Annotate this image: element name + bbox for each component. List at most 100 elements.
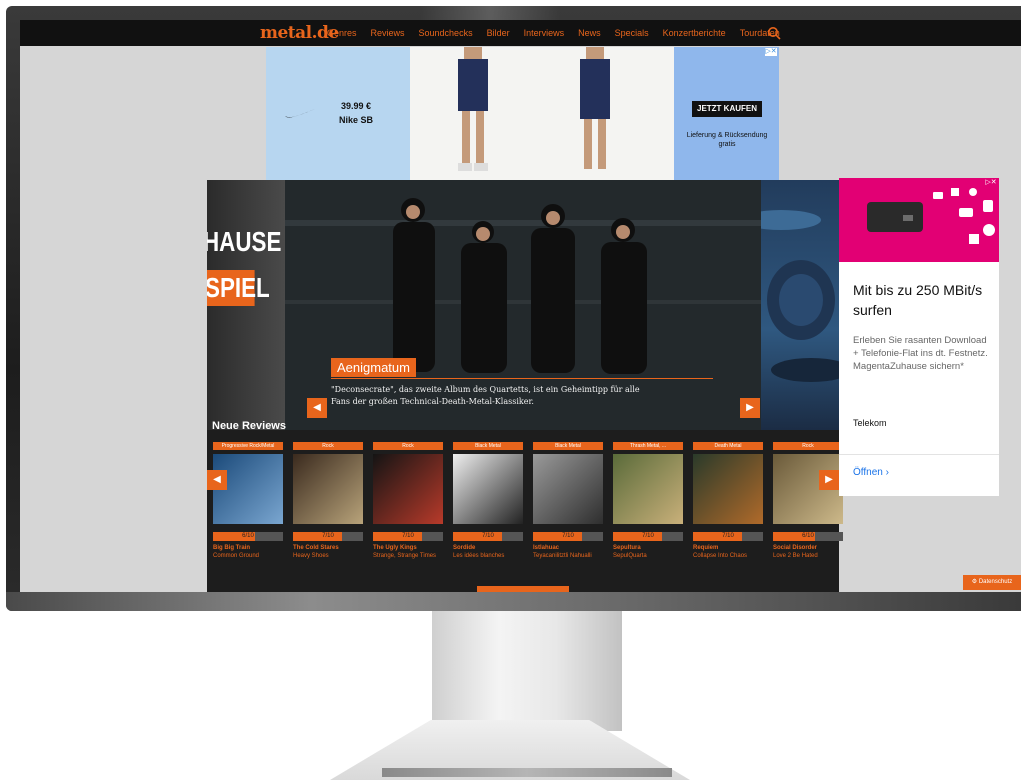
- album-cover[interactable]: [293, 454, 363, 524]
- nav-link-konzertberichte[interactable]: Konzertberichte: [663, 28, 726, 38]
- review-score-bar: 7/10: [373, 532, 443, 541]
- ad-open-link[interactable]: Öffnen ›: [853, 467, 889, 478]
- more-reviews-button[interactable]: [477, 586, 569, 592]
- review-genre: Death Metal: [693, 442, 763, 450]
- ad-price: 39.99 €: [341, 101, 372, 111]
- hero-slide[interactable]: Aenigmatum "Deconsecrate", das zweite Al…: [285, 180, 761, 430]
- ad-product: Nike SB: [339, 115, 374, 125]
- nav-link-soundchecks[interactable]: Soundchecks: [419, 28, 473, 38]
- review-score-bar: 7/10: [533, 532, 603, 541]
- side-teaser-right[interactable]: [741, 180, 851, 430]
- privacy-settings-button[interactable]: ⚙ Datenschutz: [963, 575, 1021, 590]
- review-score-bar: 7/10: [613, 532, 683, 541]
- review-band[interactable]: Big Big Train: [213, 545, 283, 551]
- monitor-chin: [6, 592, 1021, 611]
- review-album[interactable]: Collapse Into Chaos: [693, 553, 763, 559]
- monitor-stand-neck: [432, 611, 622, 731]
- side-teaser-left[interactable]: HAUSE SPIEL: [207, 180, 285, 430]
- nav-link-genres[interactable]: Genres: [327, 28, 357, 38]
- top-banner-ad[interactable]: 39.99 € Nike SB JETZT KAUFEN Lieferung &…: [266, 47, 779, 180]
- review-score: 7/10: [642, 533, 654, 539]
- ad-telekom-banner: ▷✕: [839, 178, 999, 262]
- hero-prev-arrow-icon[interactable]: ◀: [307, 398, 327, 418]
- review-album[interactable]: Love 2 Be Hated: [773, 553, 843, 559]
- ad-panel-cta: JETZT KAUFEN Lieferung & Rücksendung gra…: [674, 47, 779, 180]
- device-icons: [933, 188, 995, 244]
- review-band[interactable]: The Ugly Kings: [373, 545, 443, 551]
- review-score: 7/10: [722, 533, 734, 539]
- review-genre: Rock: [773, 442, 843, 450]
- review-album[interactable]: Teyacanilitztli Nahualli: [533, 553, 603, 559]
- router-image: [867, 202, 923, 232]
- review-album[interactable]: Les idées blanches: [453, 553, 523, 559]
- review-carousel: Progressive Rock/Metal 6/10 Big Big Train C…: [207, 442, 843, 572]
- review-band[interactable]: Sordide: [453, 545, 523, 551]
- ad-panel-brand: 39.99 € Nike SB: [266, 47, 410, 180]
- monitor-stand-edge: [382, 768, 672, 777]
- review-band[interactable]: Social Disorder: [773, 545, 843, 551]
- section-title-reviews: Neue Reviews: [212, 420, 286, 432]
- review-score: 7/10: [322, 533, 334, 539]
- album-cover[interactable]: [453, 454, 523, 524]
- review-card[interactable]: Rock 7/10 The Ugly Kings Strange, Strange T…: [373, 442, 443, 559]
- side-teaser-line2: SPIEL: [207, 270, 270, 306]
- review-band[interactable]: Sepultura: [613, 545, 683, 551]
- model-image: [580, 47, 610, 169]
- review-band[interactable]: Istlahuac: [533, 545, 603, 551]
- hero-text: "Deconsecrate", das zweite Album des Qua…: [331, 385, 640, 406]
- top-navigation: metal.de Genres Reviews Soundchecks Bild…: [20, 20, 1021, 46]
- ad-body: Erleben Sie rasanten Download + Telefoni…: [853, 335, 988, 372]
- album-cover[interactable]: [533, 454, 603, 524]
- review-card[interactable]: Thrash Metal, ... 7/10 Sepultura SepulQuart…: [613, 442, 683, 559]
- review-score: 7/10: [562, 533, 574, 539]
- review-score: 6/10: [802, 533, 814, 539]
- review-band[interactable]: The Cold Stares: [293, 545, 363, 551]
- side-teaser-line1: HAUSE: [207, 226, 282, 257]
- hero-title[interactable]: Aenigmatum: [331, 358, 416, 377]
- nav-link-reviews[interactable]: Reviews: [371, 28, 405, 38]
- ad-headline: Mit bis zu 250 MBit/s surfen: [853, 282, 983, 318]
- side-ad-telekom[interactable]: ▷✕ Mit bis zu 250 MBit/s surfen Erleben …: [839, 178, 999, 496]
- review-album[interactable]: Strange, Strange Times: [373, 553, 443, 559]
- review-genre: Thrash Metal, ...: [613, 442, 683, 450]
- nike-swoosh-icon: [285, 109, 315, 118]
- review-genre: Rock: [373, 442, 443, 450]
- ad-advertiser: Telekom: [853, 418, 887, 428]
- ad-buy-button[interactable]: JETZT KAUFEN: [692, 101, 762, 117]
- ad-panel-product-image: [410, 47, 674, 180]
- nav-link-interviews[interactable]: Interviews: [524, 28, 565, 38]
- album-cover[interactable]: [693, 454, 763, 524]
- screen: metal.de Genres Reviews Soundchecks Bild…: [20, 20, 1021, 592]
- nav-links: Genres Reviews Soundchecks Bilder Interv…: [327, 28, 780, 38]
- review-score: 7/10: [482, 533, 494, 539]
- ad-close-icon[interactable]: ▷✕: [765, 48, 777, 56]
- ad-close-icon[interactable]: ▷✕: [985, 179, 997, 187]
- review-card[interactable]: Rock 6/10 Social Disorder Love 2 Be Hated: [773, 442, 843, 559]
- review-card[interactable]: Rock 7/10 The Cold Stares Heavy Shoes: [293, 442, 363, 559]
- review-album[interactable]: Heavy Shoes: [293, 553, 363, 559]
- reviews-prev-arrow-icon[interactable]: ◀: [207, 470, 227, 490]
- hero-divider: [331, 378, 713, 379]
- privacy-label: Datenschutz: [978, 579, 1013, 585]
- nav-link-news[interactable]: News: [578, 28, 601, 38]
- review-genre: Black Metal: [533, 442, 603, 450]
- review-genre: Rock: [293, 442, 363, 450]
- ad-divider: [839, 454, 999, 455]
- review-card[interactable]: Progressive Rock/Metal 6/10 Big Big Train C…: [213, 442, 283, 559]
- reviews-next-arrow-icon[interactable]: ▶: [819, 470, 839, 490]
- album-cover[interactable]: [373, 454, 443, 524]
- review-card[interactable]: Black Metal 7/10 Istlahuac Teyacanilitztli …: [533, 442, 603, 559]
- review-album[interactable]: Common Ground: [213, 553, 283, 559]
- review-score: 6/10: [242, 533, 254, 539]
- nav-link-bilder[interactable]: Bilder: [487, 28, 510, 38]
- album-cover[interactable]: [613, 454, 683, 524]
- main-content: HAUSE SPIEL Aenigmatum "Deconsecrate", d…: [207, 180, 851, 592]
- search-icon[interactable]: [767, 26, 781, 40]
- review-card[interactable]: Death Metal 7/10 Requiem Collapse Into Chao…: [693, 442, 763, 559]
- review-album[interactable]: SepulQuarta: [613, 553, 683, 559]
- hero-next-arrow-icon[interactable]: ▶: [740, 398, 760, 418]
- review-band[interactable]: Requiem: [693, 545, 763, 551]
- nav-link-specials[interactable]: Specials: [615, 28, 649, 38]
- review-card[interactable]: Black Metal 7/10 Sordide Les idées blanches: [453, 442, 523, 559]
- gear-icon: ⚙: [971, 579, 978, 585]
